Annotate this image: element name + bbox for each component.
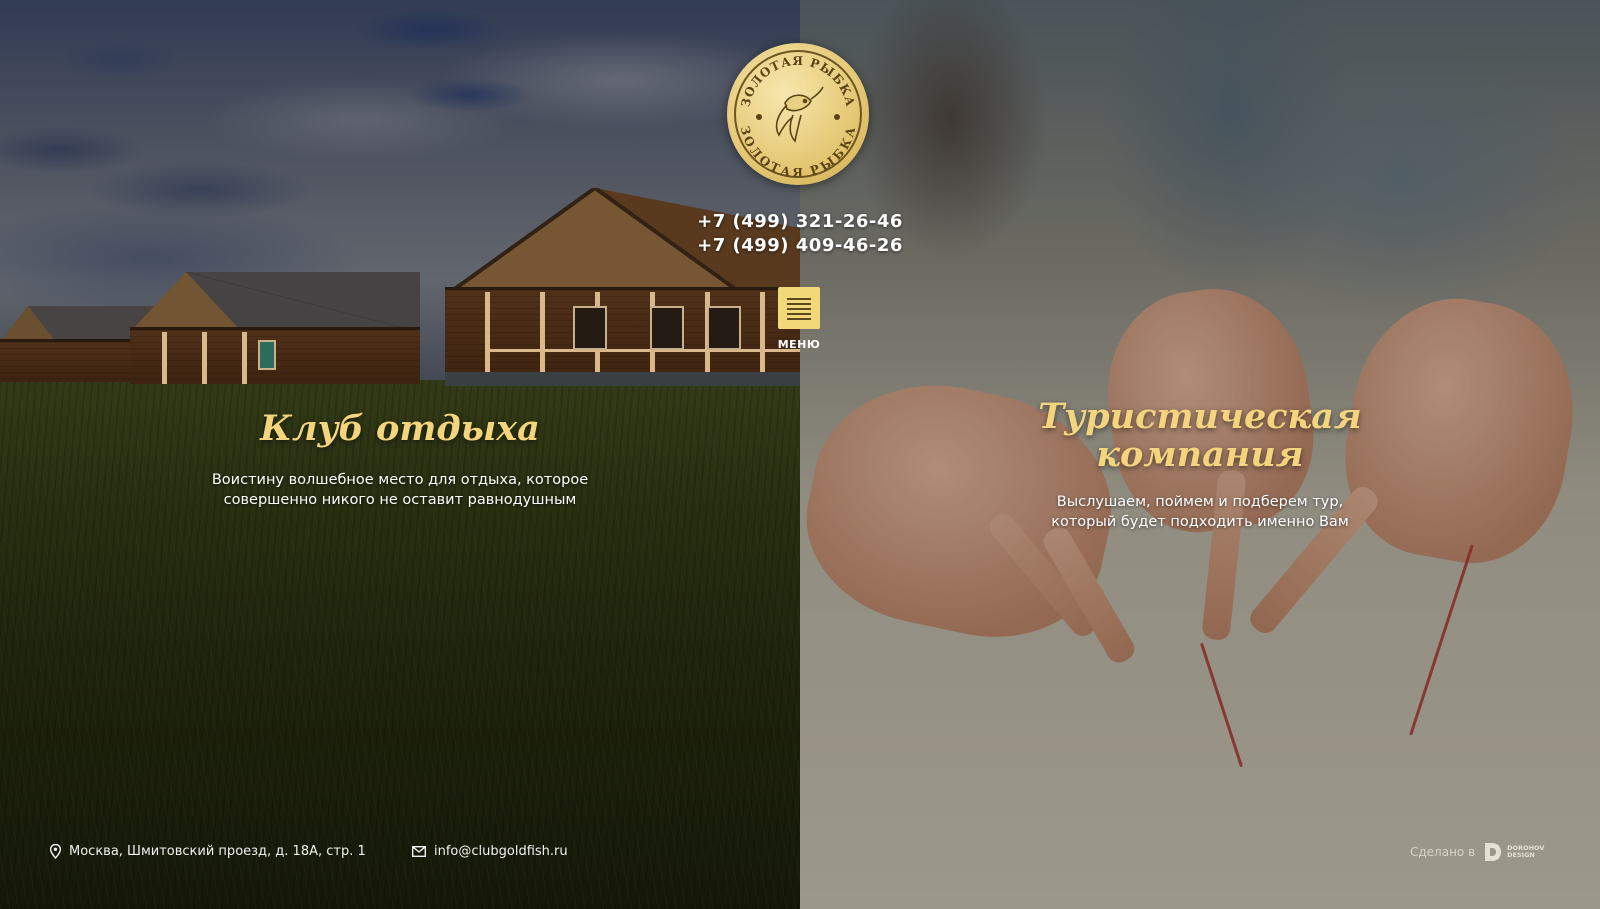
tour-title[interactable]: Туристическая компания <box>960 398 1440 474</box>
email-item[interactable]: info@clubgoldfish.ru <box>412 844 568 859</box>
tour-title-line2: компания <box>1096 434 1304 475</box>
club-description: Воистину волшебное место для отдыха, кот… <box>150 470 650 510</box>
svg-text:ЗОЛОТАЯ РЫБКА: ЗОЛОТАЯ РЫБКА <box>738 125 859 180</box>
club-description-line1: Воистину волшебное место для отдыха, кот… <box>211 472 589 488</box>
tour-title-line1: Туристическая <box>1038 396 1362 437</box>
clover-ornament-icon <box>756 114 840 120</box>
club-title[interactable]: Клуб отдыха <box>140 410 660 448</box>
club-description-line2: совершенно никого не оставит равнодушным <box>223 492 577 508</box>
tour-panel[interactable]: Туристическая компания Выслушаем, поймем… <box>800 0 1600 909</box>
phone-secondary[interactable]: +7 (499) 409-46-26 <box>640 234 960 258</box>
club-panel[interactable]: Клуб отдыха Воистину волшебное место для… <box>0 0 800 909</box>
phone-list: +7 (499) 321-26-46 +7 (499) 409-46-26 <box>640 210 960 258</box>
tour-description-line1: Выслушаем, поймем и подберем тур, <box>1056 494 1344 510</box>
address-text: Москва, Шмитовский проезд, д. 18А, стр. … <box>69 844 366 859</box>
credit-brand-line2: DESIGN <box>1507 851 1535 859</box>
map-pin-icon <box>50 844 61 859</box>
logo-text-bottom: ЗОЛОТАЯ РЫБКА <box>738 125 858 180</box>
envelope-icon <box>412 846 426 857</box>
left-dark-overlay <box>0 0 800 909</box>
dorohov-d-icon <box>1485 843 1502 861</box>
tour-description: Выслушаем, поймем и подберем тур, которы… <box>950 492 1450 532</box>
menu-button[interactable] <box>778 287 820 329</box>
address-item: Москва, Шмитовский проезд, д. 18А, стр. … <box>50 844 366 859</box>
goldfish-logo[interactable]: ЗОЛОТАЯ РЫБКА ЗОЛОТАЯ РЫБКА <box>727 43 869 185</box>
dorohov-logo[interactable]: DOROHOV DESIGN <box>1483 842 1544 862</box>
email-link[interactable]: info@clubgoldfish.ru <box>434 844 568 859</box>
credit-prefix: Сделано в <box>1410 845 1476 859</box>
goldfish-icon <box>775 86 824 143</box>
goldfish-emblem-icon: ЗОЛОТАЯ РЫБКА ЗОЛОТАЯ РЫБКА <box>738 54 859 180</box>
tour-description-line2: который будет подходить именно Вам <box>1051 514 1349 530</box>
designer-credit[interactable]: Сделано в DOROHOV DESIGN <box>1410 842 1544 862</box>
menu-label[interactable]: МЕНЮ <box>760 338 838 351</box>
phone-primary[interactable]: +7 (499) 321-26-46 <box>640 210 960 234</box>
